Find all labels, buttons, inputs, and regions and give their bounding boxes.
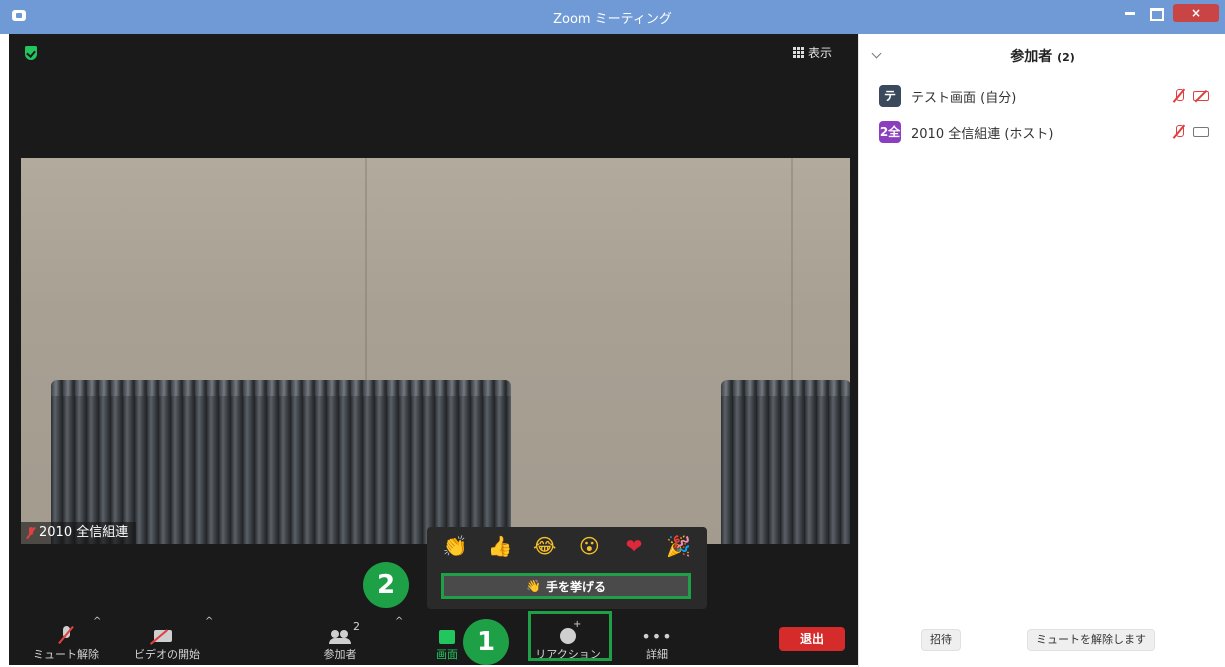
participants-panel: 参加者 (2) テ テスト画面 (自分) 2全 2010 全信組連 (ホスト) … xyxy=(858,34,1225,667)
maximize-button[interactable] xyxy=(1143,4,1169,22)
panel-title: 参加者 (2) xyxy=(859,46,1225,66)
grid-icon xyxy=(793,47,804,58)
reactions-popup: 👏 👍 😂 😮 ❤ 🎉 👋 手を挙げる xyxy=(427,527,707,609)
participants-count: 2 xyxy=(353,620,360,633)
video-feed: 2010 全信組連 xyxy=(21,158,850,544)
panel-footer: 招待 ミュートを解除します xyxy=(859,629,1225,653)
close-button[interactable]: × xyxy=(1173,4,1219,22)
more-dots-icon: ••• xyxy=(641,627,673,646)
zoom-window: Zoom ミーティング × 表示 2010 全信組連 👏 👍 😂 😮 ❤ 🎉 👋… xyxy=(0,0,1225,667)
thumbs-up-emoji-button[interactable]: 👍 xyxy=(487,533,513,559)
participant-name: 2010 全信組連 (ホスト) xyxy=(911,126,1054,142)
share-screen-label: 画面 xyxy=(436,648,458,661)
minimize-button[interactable] xyxy=(1117,4,1143,22)
video-off-icon xyxy=(154,628,180,644)
share-screen-button[interactable]: 画面 xyxy=(427,622,467,662)
leave-button[interactable]: 退出 xyxy=(779,627,845,651)
step-2-badge: 2 xyxy=(363,562,409,608)
unmute-label: ミュート解除 xyxy=(33,648,99,661)
raise-hand-label: 手を挙げる xyxy=(545,579,606,594)
party-emoji-button[interactable]: 🎉 xyxy=(666,533,692,559)
muted-microphone-icon xyxy=(61,626,71,644)
video-name-label: 2010 全信組連 xyxy=(39,525,129,540)
unmute-all-button[interactable]: ミュートを解除します xyxy=(1027,629,1155,651)
surprised-emoji-button[interactable]: 😮 xyxy=(576,533,602,559)
heart-emoji-button[interactable]: ❤ xyxy=(621,533,647,559)
participant-name: テスト画面 (自分) xyxy=(911,90,1017,106)
avatar: テ xyxy=(879,85,901,107)
view-button[interactable]: 表示 xyxy=(793,44,832,61)
video-options-caret[interactable]: ^ xyxy=(205,616,213,627)
hand-icon: 👋 xyxy=(526,579,541,593)
participants-icon xyxy=(329,630,351,644)
mic-muted-icon xyxy=(1173,89,1185,103)
muted-mic-icon xyxy=(27,527,35,539)
participant-row[interactable]: テ テスト画面 (自分) xyxy=(879,84,1209,108)
joy-emoji-button[interactable]: 😂 xyxy=(532,533,558,559)
video-off-icon xyxy=(1193,91,1209,101)
audio-options-caret[interactable]: ^ xyxy=(93,616,101,627)
title-bar: Zoom ミーティング × xyxy=(0,0,1225,34)
video-object-right xyxy=(721,380,850,544)
more-button[interactable]: ••• 詳細 xyxy=(635,622,679,662)
step-1-badge: 1 xyxy=(463,619,509,665)
panel-header: 参加者 (2) xyxy=(859,42,1225,70)
avatar: 2全 xyxy=(879,121,901,143)
meeting-toolbar: ミュート解除 ^ ビデオの開始 ^ 2 参加者 ^ 画面 + リアクション ••… xyxy=(9,612,858,665)
participants-label: 参加者 xyxy=(323,648,357,661)
panel-title-text: 参加者 xyxy=(1010,49,1053,65)
more-label: 詳細 xyxy=(646,648,668,661)
video-camera-icon xyxy=(1193,127,1209,137)
start-video-button[interactable]: ビデオの開始 xyxy=(127,622,207,662)
share-screen-icon xyxy=(439,630,455,644)
video-name-tag: 2010 全信組連 xyxy=(21,522,137,544)
view-label: 表示 xyxy=(808,46,833,60)
security-shield-icon[interactable] xyxy=(25,46,37,60)
start-video-label: ビデオの開始 xyxy=(134,648,200,661)
panel-title-count: (2) xyxy=(1057,51,1075,64)
window-title: Zoom ミーティング xyxy=(553,12,672,27)
invite-button[interactable]: 招待 xyxy=(921,629,961,651)
participants-options-caret[interactable]: ^ xyxy=(395,616,403,627)
unmute-button[interactable]: ミュート解除 xyxy=(31,622,101,662)
participants-button[interactable]: 2 参加者 xyxy=(305,620,375,662)
raise-hand-button[interactable]: 👋 手を挙げる xyxy=(441,573,691,599)
clap-emoji-button[interactable]: 👏 xyxy=(442,533,468,559)
reaction-highlight-box xyxy=(528,611,612,661)
emoji-row: 👏 👍 😂 😮 ❤ 🎉 xyxy=(427,533,707,559)
participant-row[interactable]: 2全 2010 全信組連 (ホスト) xyxy=(879,120,1209,144)
meeting-area: 表示 2010 全信組連 👏 👍 😂 😮 ❤ 🎉 👋 手を挙げる ミュート解除 … xyxy=(9,34,858,665)
mic-muted-icon xyxy=(1173,125,1185,139)
